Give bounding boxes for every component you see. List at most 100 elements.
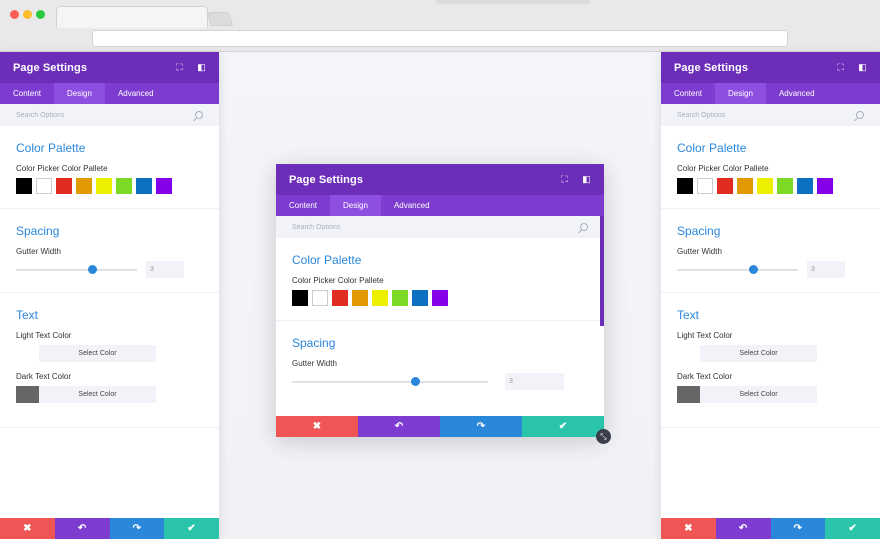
resize-icon[interactable]: ⤡ xyxy=(596,429,611,444)
select-color-button[interactable]: Select Color xyxy=(700,386,817,403)
slider-track[interactable] xyxy=(16,264,137,274)
new-tab-button[interactable] xyxy=(207,12,233,26)
color-swatches xyxy=(16,178,203,194)
color-swatch-7[interactable] xyxy=(156,178,172,194)
select-color-button[interactable]: Select Color xyxy=(700,345,817,362)
color-swatch-2[interactable] xyxy=(717,178,733,194)
undo-button[interactable]: ↶ xyxy=(358,416,440,437)
scrollbar[interactable] xyxy=(600,216,604,326)
redo-button[interactable]: ↷ xyxy=(109,518,165,539)
tab-design[interactable]: Design xyxy=(330,195,381,216)
dark-color-chip[interactable] xyxy=(16,386,39,403)
color-swatch-7[interactable] xyxy=(432,290,448,306)
color-swatch-1[interactable] xyxy=(312,290,328,306)
section-title[interactable]: Text xyxy=(16,308,203,322)
color-swatch-0[interactable] xyxy=(677,178,693,194)
color-swatch-0[interactable] xyxy=(16,178,32,194)
color-swatch-2[interactable] xyxy=(332,290,348,306)
cancel-button[interactable]: ✖ xyxy=(0,518,55,539)
search-input[interactable]: Search Options xyxy=(677,112,725,119)
tab-advanced[interactable]: Advanced xyxy=(381,195,443,216)
save-button[interactable]: ✔ xyxy=(522,416,604,437)
color-palette-section: Color Palette Color Picker Color Pallete xyxy=(276,238,604,321)
color-swatch-1[interactable] xyxy=(697,178,713,194)
sidebar-icon[interactable]: ◧ xyxy=(857,62,868,73)
cancel-button[interactable]: ✖ xyxy=(276,416,358,437)
cancel-button[interactable]: ✖ xyxy=(661,518,716,539)
section-title[interactable]: Color Palette xyxy=(16,141,203,155)
color-swatch-3[interactable] xyxy=(76,178,92,194)
search-bar[interactable]: Search Options xyxy=(276,216,604,238)
close-window-button[interactable] xyxy=(10,10,19,19)
color-swatch-1[interactable] xyxy=(36,178,52,194)
search-input[interactable]: Search Options xyxy=(292,224,340,231)
panel-title: Page Settings xyxy=(289,173,364,186)
expand-icon[interactable]: ⛶ xyxy=(835,62,846,73)
color-swatch-6[interactable] xyxy=(136,178,152,194)
search-bar[interactable]: Search Options xyxy=(661,104,880,126)
slider-thumb[interactable] xyxy=(410,376,420,386)
tab-advanced[interactable]: Advanced xyxy=(766,83,828,104)
section-title[interactable]: Spacing xyxy=(677,224,864,238)
redo-button[interactable]: ↷ xyxy=(770,518,826,539)
expand-icon[interactable]: ⛶ xyxy=(174,62,185,73)
gutter-slider: 3 xyxy=(677,261,864,278)
light-color-chip[interactable] xyxy=(677,345,700,362)
browser-tab[interactable] xyxy=(56,6,208,28)
tab-content[interactable]: Content xyxy=(276,195,330,216)
sidebar-icon[interactable]: ◧ xyxy=(196,62,207,73)
color-swatch-4[interactable] xyxy=(96,178,112,194)
text-section: Text Light Text Color Select Color Dark … xyxy=(0,293,219,428)
gutter-width-input[interactable]: 3 xyxy=(505,373,564,390)
color-swatch-5[interactable] xyxy=(116,178,132,194)
undo-button[interactable]: ↶ xyxy=(54,518,110,539)
section-title[interactable]: Color Palette xyxy=(677,141,864,155)
color-swatch-4[interactable] xyxy=(372,290,388,306)
color-swatch-3[interactable] xyxy=(352,290,368,306)
gutter-width-input[interactable]: 3 xyxy=(807,261,845,278)
gutter-slider: 3 xyxy=(16,261,203,278)
minimize-window-button[interactable] xyxy=(23,10,32,19)
select-color-button[interactable]: Select Color xyxy=(39,386,156,403)
color-swatch-4[interactable] xyxy=(757,178,773,194)
section-title[interactable]: Spacing xyxy=(292,336,588,350)
spacing-section: Spacing Gutter Width 3 xyxy=(661,209,880,293)
slider-thumb[interactable] xyxy=(748,264,758,274)
address-bar[interactable] xyxy=(92,30,788,47)
tab-design[interactable]: Design xyxy=(715,83,766,104)
section-title[interactable]: Spacing xyxy=(16,224,203,238)
color-swatch-5[interactable] xyxy=(392,290,408,306)
select-color-button[interactable]: Select Color xyxy=(39,345,156,362)
color-swatch-2[interactable] xyxy=(56,178,72,194)
gutter-width-input[interactable]: 3 xyxy=(146,261,184,278)
redo-button[interactable]: ↷ xyxy=(440,416,522,437)
tab-design[interactable]: Design xyxy=(54,83,105,104)
color-swatch-7[interactable] xyxy=(817,178,833,194)
section-title[interactable]: Color Palette xyxy=(292,253,588,267)
color-swatch-6[interactable] xyxy=(412,290,428,306)
search-bar[interactable]: Search Options xyxy=(0,104,219,126)
tab-content[interactable]: Content xyxy=(0,83,54,104)
tab-advanced[interactable]: Advanced xyxy=(105,83,167,104)
panel-tabs: Content Design Advanced xyxy=(661,83,880,104)
color-swatch-5[interactable] xyxy=(777,178,793,194)
undo-button[interactable]: ↶ xyxy=(715,518,771,539)
sidebar-icon[interactable]: ◧ xyxy=(581,174,592,185)
color-swatch-0[interactable] xyxy=(292,290,308,306)
color-swatch-6[interactable] xyxy=(797,178,813,194)
save-button[interactable]: ✔ xyxy=(164,518,219,539)
search-input[interactable]: Search Options xyxy=(16,112,64,119)
save-button[interactable]: ✔ xyxy=(825,518,880,539)
color-swatch-3[interactable] xyxy=(737,178,753,194)
slider-thumb[interactable] xyxy=(87,264,97,274)
slider-track[interactable] xyxy=(677,264,798,274)
dark-color-chip[interactable] xyxy=(677,386,700,403)
light-color-chip[interactable] xyxy=(16,345,39,362)
section-title[interactable]: Text xyxy=(677,308,864,322)
maximize-window-button[interactable] xyxy=(36,10,45,19)
slider-track[interactable] xyxy=(292,376,488,386)
field-label: Color Picker Color Pallete xyxy=(677,164,769,173)
color-swatches xyxy=(292,290,588,306)
expand-icon[interactable]: ⛶ xyxy=(559,174,570,185)
tab-content[interactable]: Content xyxy=(661,83,715,104)
